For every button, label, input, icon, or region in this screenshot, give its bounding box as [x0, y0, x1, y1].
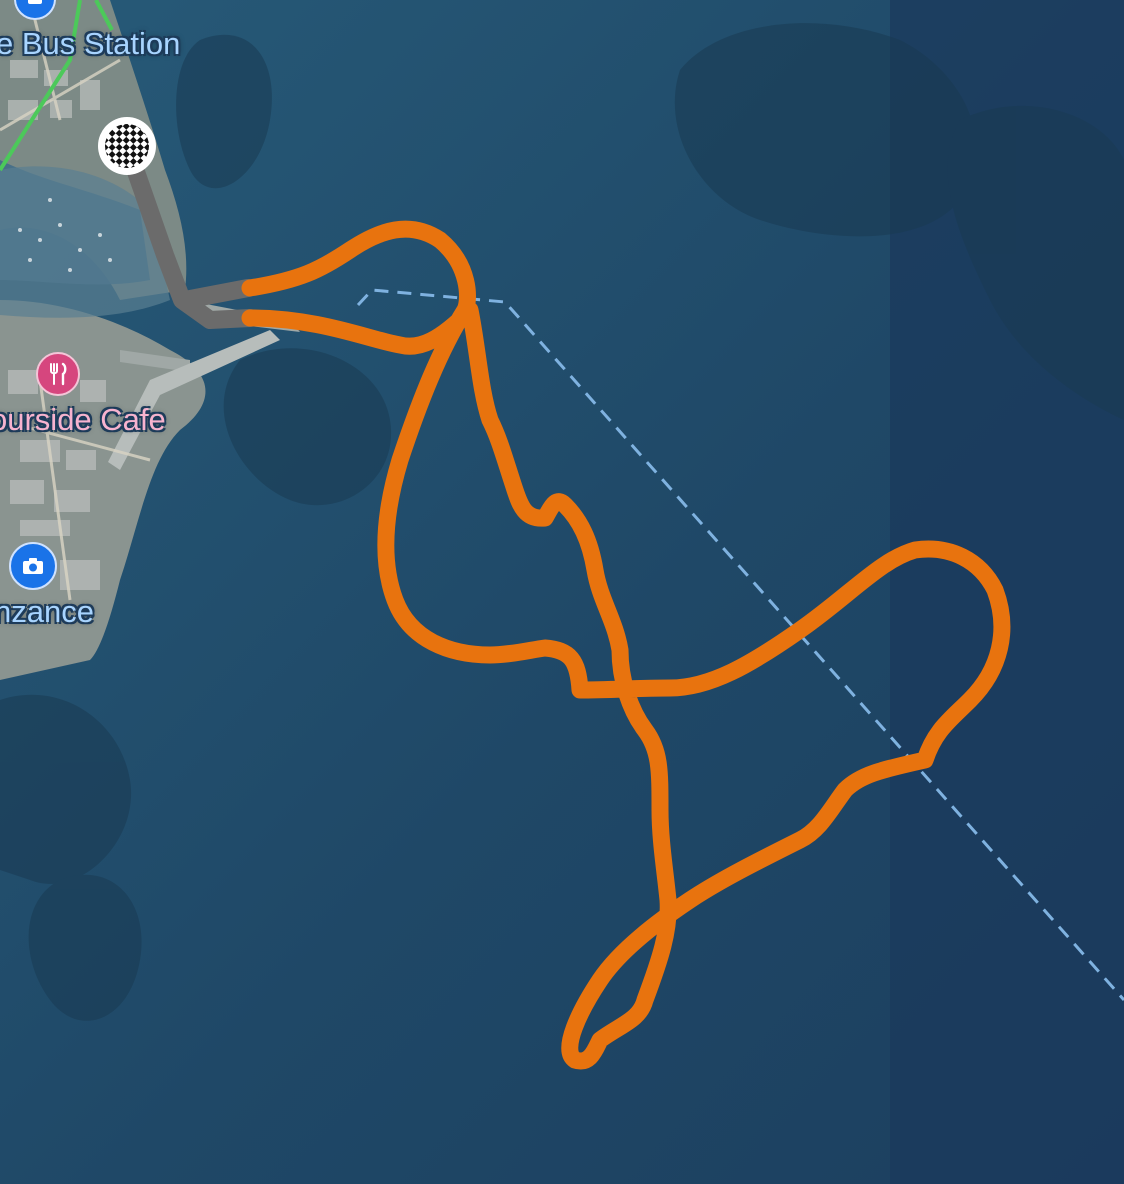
town-label[interactable]: nzance	[0, 594, 94, 630]
camera-icon	[23, 558, 43, 574]
restaurant-icon	[50, 362, 67, 386]
photo-spot-pin[interactable]	[9, 542, 57, 590]
bus-icon	[28, 0, 42, 4]
restaurant-pin[interactable]	[36, 352, 80, 396]
bus-station-label[interactable]: e Bus Station	[0, 26, 180, 62]
satellite-map[interactable]	[0, 0, 1124, 1184]
cafe-label[interactable]: ourside Cafe	[0, 402, 166, 438]
